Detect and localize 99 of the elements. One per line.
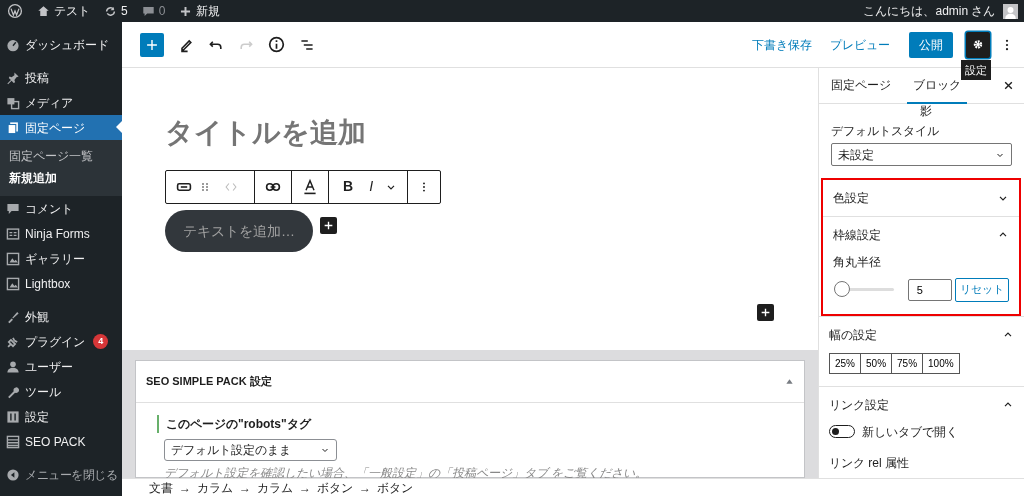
menu-item-icon [6, 37, 20, 52]
settings-link[interactable]: 「一般設定」の「投稿ページ」タブ [356, 466, 548, 478]
toggle-label: 新しいタブで開く [861, 423, 958, 441]
comments-link[interactable]: 0 [134, 0, 173, 22]
default-style-label: デフォルトスタイル [831, 123, 940, 140]
menu-item[interactable]: 設定 [0, 404, 122, 429]
sidebar-tab[interactable]: 固定ページ [825, 68, 897, 104]
collapse-triangle-icon[interactable] [785, 377, 794, 386]
breadcrumb-separator: → [359, 479, 371, 496]
collapse-menu-button[interactable]: メニューを閉じる [0, 462, 122, 487]
tooltip: 設定 [961, 59, 992, 80]
menu-item[interactable]: SEO PACK [0, 429, 122, 454]
menu-item[interactable]: メディア [0, 90, 122, 115]
menu-item-icon [6, 434, 20, 449]
meta-box-title: SEO SIMPLE PACK 設定 [146, 374, 272, 390]
menu-item[interactable]: プラグイン 4 [0, 329, 122, 354]
add-block-button[interactable] [757, 304, 774, 321]
greeting: こんにちは、admin さん [862, 3, 997, 20]
breadcrumb-separator: → [179, 479, 191, 496]
panel-header[interactable]: 幅の設定 [829, 316, 1014, 353]
menu-item-icon [6, 409, 20, 424]
menu-item-icon [6, 226, 20, 241]
slider-thumb[interactable] [834, 281, 851, 297]
breadcrumb-item[interactable]: カラム [257, 478, 293, 496]
menu-item[interactable]: 投稿 [0, 65, 122, 90]
avatar-icon[interactable] [1002, 4, 1018, 20]
save-draft-button[interactable]: 下書き保存 [745, 35, 818, 54]
width-option[interactable]: 75% [891, 352, 924, 374]
menu-item-icon [6, 251, 20, 266]
menu-item[interactable]: ダッシュボード [0, 32, 122, 57]
button-text-field[interactable]: テキストを追加… [165, 210, 313, 253]
title-field[interactable]: タイトルを追加 [165, 116, 818, 150]
refresh-icon [104, 4, 117, 18]
breadcrumb-item[interactable]: カラム [197, 478, 233, 496]
menu-item-icon [6, 359, 20, 374]
menu-item[interactable]: ツール [0, 379, 122, 404]
menu-item[interactable]: Ninja Forms [0, 221, 122, 246]
menu-item-icon [6, 70, 20, 85]
breadcrumb-item[interactable]: 文書 [149, 478, 173, 496]
collapse-icon [6, 467, 20, 482]
close-button[interactable] [1003, 80, 1014, 91]
site-link[interactable]: テスト [30, 0, 97, 22]
site-name: テスト [54, 3, 90, 20]
new-link[interactable]: 新規 [172, 0, 228, 22]
panel-header[interactable]: リンク設定 [829, 386, 1014, 423]
menu-item[interactable]: 外観 [0, 304, 122, 329]
width-option[interactable]: 50% [860, 352, 893, 374]
settings-button[interactable] [966, 31, 991, 58]
width-option[interactable]: 25% [829, 352, 861, 374]
new-label: 新規 [196, 3, 221, 20]
wordpress-logo-icon[interactable] [7, 3, 23, 19]
field-label: このページの"robots"タグ [157, 415, 804, 433]
plus-icon [179, 4, 193, 18]
radius-label: 角丸半径 [833, 254, 882, 271]
text-color-icon[interactable] [302, 177, 318, 196]
menu-item[interactable]: Lightbox [0, 271, 122, 296]
comments-count: 0 [158, 3, 166, 20]
radius-input[interactable]: 5 [907, 278, 952, 301]
breadcrumb-item[interactable]: ボタン [317, 478, 353, 496]
publish-button[interactable]: 公開 [909, 31, 954, 58]
menu-item[interactable]: ユーザー [0, 354, 122, 379]
submenu-item[interactable]: 新規追加 [0, 167, 122, 189]
updates-count: 5 [121, 3, 128, 20]
add-button-button[interactable] [319, 216, 337, 234]
default-style-select[interactable]: 未設定 [831, 143, 1012, 166]
menu-item-icon [6, 276, 20, 291]
panel-header[interactable]: 色設定 [833, 180, 1009, 216]
breadcrumb-separator: → [239, 479, 251, 496]
settings-icon [972, 37, 985, 52]
comment-icon [141, 4, 155, 18]
italic-button[interactable]: I [365, 176, 377, 198]
plus-icon [145, 37, 159, 52]
rel-label: リンク rel 属性 [829, 454, 910, 472]
bold-button[interactable]: B [339, 176, 358, 198]
menu-item-icon [6, 120, 20, 135]
menu-item-icon [6, 384, 20, 399]
menu-item-icon [6, 201, 20, 216]
menu-item[interactable]: ギャラリー [0, 246, 122, 271]
width-option[interactable]: 100% [922, 352, 960, 374]
menu-item[interactable]: 固定ページ [0, 115, 122, 140]
home-icon [37, 4, 50, 18]
submenu-item[interactable]: 固定ページ一覧 [0, 145, 122, 167]
breadcrumb-item[interactable]: ボタン [377, 478, 413, 496]
panel-header[interactable]: 枠線設定 [833, 217, 1009, 253]
close-icon [1003, 80, 1014, 91]
preview-button[interactable]: プレビュー [824, 35, 897, 54]
menu-item[interactable]: コメント [0, 196, 122, 221]
info-button[interactable] [268, 36, 285, 53]
style-label: 影 [918, 104, 933, 118]
info-icon [268, 36, 285, 53]
updates-link[interactable]: 5 [97, 0, 135, 22]
plus-icon [760, 307, 771, 318]
menu-item-icon [6, 95, 20, 110]
breadcrumb-separator: → [299, 479, 311, 496]
reset-button[interactable]: リセット [955, 277, 1009, 302]
count-badge: 4 [93, 334, 109, 349]
robots-select[interactable]: デフォルト設定のまま [164, 439, 337, 461]
plus-icon [322, 219, 334, 231]
menu-item-icon [6, 309, 20, 324]
